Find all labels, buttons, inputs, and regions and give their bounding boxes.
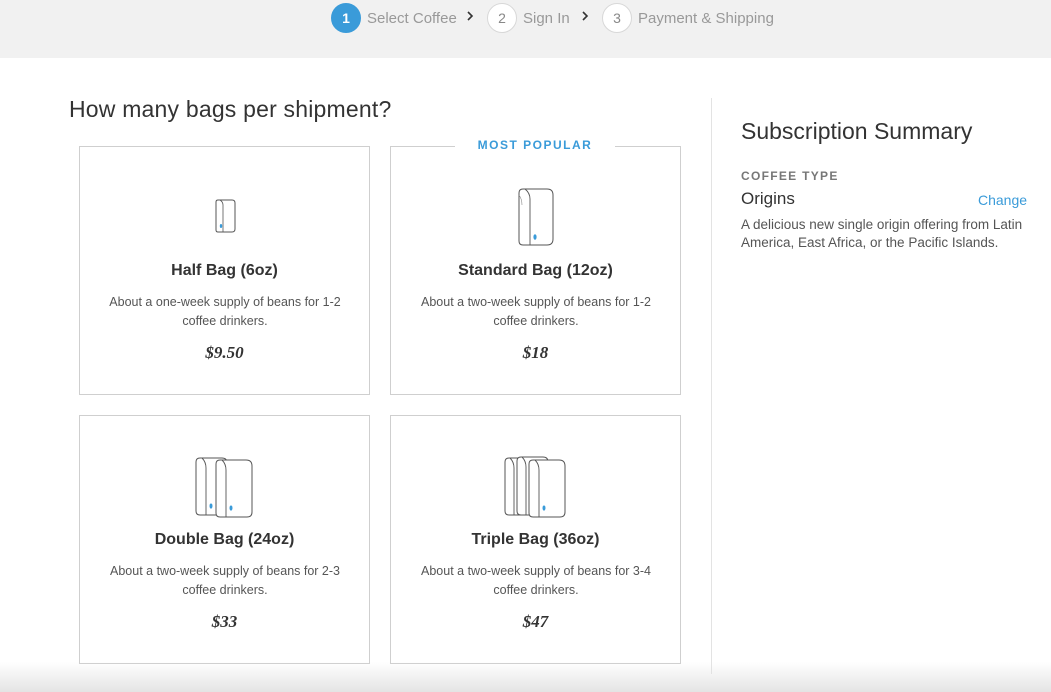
chevron-right-icon: [467, 11, 474, 21]
option-card-triple-bag[interactable]: Triple Bag (36oz) About a two-week suppl…: [390, 415, 681, 664]
option-price: $47: [522, 612, 549, 631]
option-price: $33: [211, 612, 238, 631]
option-name: Double Bag (24oz): [154, 531, 295, 548]
bottom-fade: [0, 662, 1051, 692]
column-divider: [711, 98, 712, 674]
option-description: About a two-week supply of beans for 3-4…: [421, 564, 651, 597]
step-label: Sign In: [523, 9, 570, 27]
coffee-type-description: A delicious new single origin offering f…: [741, 217, 1023, 250]
triple-bag-icon: [391, 456, 680, 518]
step-payment-shipping[interactable]: 3 Payment & Shipping: [602, 3, 774, 33]
step-number: 2: [487, 3, 517, 33]
page-title: How many bags per shipment?: [69, 96, 392, 122]
option-card-double-bag[interactable]: Double Bag (24oz) About a two-week suppl…: [79, 415, 370, 664]
change-coffee-link[interactable]: Change: [978, 192, 1027, 208]
step-number: 3: [602, 3, 632, 33]
option-price: $9.50: [205, 343, 244, 362]
step-label: Payment & Shipping: [638, 9, 774, 27]
option-price: $18: [522, 343, 549, 362]
checkout-stepper: 1 Select Coffee 2 Sign In 3 Payment & Sh…: [0, 0, 1051, 58]
standard-bag-icon: [391, 187, 680, 247]
option-description: About a two-week supply of beans for 2-3…: [110, 564, 340, 597]
step-select-coffee[interactable]: 1 Select Coffee: [331, 3, 457, 33]
summary-title: Subscription Summary: [741, 118, 973, 144]
double-bag-icon: [80, 456, 369, 518]
coffee-type-value: Origins: [741, 189, 795, 208]
option-name: Triple Bag (36oz): [471, 531, 600, 548]
option-card-standard-bag[interactable]: Standard Bag (12oz) About a two-week sup…: [390, 146, 681, 395]
step-number: 1: [331, 3, 361, 33]
option-card-half-bag[interactable]: Half Bag (6oz) About a one-week supply o…: [79, 146, 370, 395]
coffee-type-label: COFFEE TYPE: [741, 169, 839, 183]
half-bag-icon: [80, 199, 369, 233]
option-description: About a two-week supply of beans for 1-2…: [421, 295, 651, 328]
step-label: Select Coffee: [367, 9, 457, 27]
option-name: Half Bag (6oz): [171, 262, 278, 279]
most-popular-badge: MOST POPULAR: [455, 138, 615, 154]
step-sign-in[interactable]: 2 Sign In: [487, 3, 570, 33]
option-name: Standard Bag (12oz): [458, 262, 613, 279]
chevron-right-icon: [582, 11, 589, 21]
option-description: About a one-week supply of beans for 1-2…: [109, 295, 341, 328]
